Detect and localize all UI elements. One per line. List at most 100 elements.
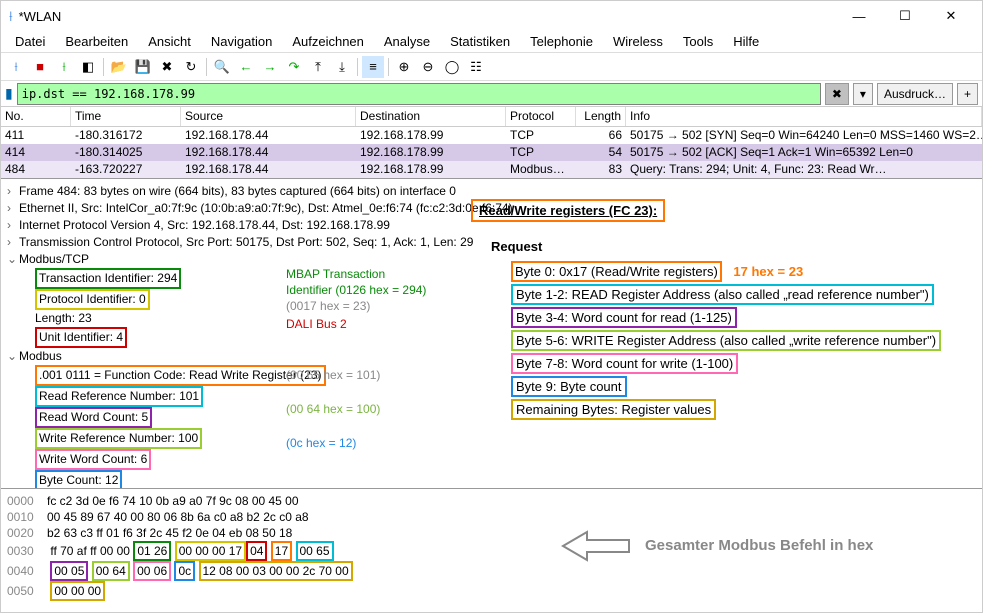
close-file-icon[interactable]: ✖ [156, 56, 178, 78]
col-info[interactable]: Info [626, 107, 982, 126]
menu-bearbeiten[interactable]: Bearbeiten [55, 31, 138, 52]
caret-right-icon[interactable]: › [7, 217, 19, 234]
unit-id[interactable]: Unit Identifier: 4 [35, 327, 127, 348]
annot-byte5: Byte 5-6: WRITE Register Address (also c… [511, 330, 941, 351]
trans-id[interactable]: Transaction Identifier: 294 [35, 268, 181, 289]
hex-bytes[interactable]: 00 45 89 67 40 00 80 06 8b 6a c0 a8 b2 2… [47, 510, 309, 524]
write-ref[interactable]: Write Reference Number: 100 [35, 428, 202, 449]
caret-right-icon[interactable]: › [7, 234, 19, 251]
hex-bytes[interactable]: 00 05 00 64 00 06 0c 12 08 00 03 00 00 2… [50, 564, 352, 578]
col-time[interactable]: Time [71, 107, 181, 126]
hex-offset: 0010 [7, 509, 47, 525]
apply-filter-button[interactable]: ▾ [853, 83, 873, 105]
menu-hilfe[interactable]: Hilfe [723, 31, 769, 52]
hex-offset: 0020 [7, 525, 47, 541]
close-button[interactable]: ✕ [928, 1, 974, 31]
hex-offset: 0030 [7, 543, 47, 559]
hex-pane: 0000fc c2 3d 0e f6 74 10 0b a9 a0 7f 9c … [1, 489, 982, 599]
display-filter-input[interactable] [17, 83, 821, 105]
hex-bytes[interactable]: b2 63 c3 ff 01 f6 3f 2c 45 f2 0e 04 eb 0… [47, 526, 292, 540]
zoom-out-icon[interactable]: ⊖ [417, 56, 439, 78]
reload-icon[interactable]: ↻ [180, 56, 202, 78]
proto-id[interactable]: Protocol Identifier: 0 [35, 289, 150, 310]
clear-filter-button[interactable]: ✖ [825, 83, 849, 105]
packet-row[interactable]: 411-180.316172192.168.178.44192.168.178.… [1, 127, 982, 144]
annot-byte0-note: 17 hex = 23 [733, 264, 803, 279]
length-field[interactable]: Length: 23 [35, 311, 92, 325]
options-icon[interactable]: ◧ [77, 56, 99, 78]
menu-datei[interactable]: Datei [5, 31, 55, 52]
autoscroll-icon[interactable]: ≡ [362, 56, 384, 78]
hex-arrow-label: Gesamter Modbus Befehl in hex [645, 538, 873, 554]
menu-wireless[interactable]: Wireless [603, 31, 673, 52]
annot-byte7: Byte 7-8: Word count for write (1-100) [511, 353, 738, 374]
eth-line[interactable]: Ethernet II, Src: IntelCor_a0:7f:9c (10:… [19, 201, 513, 215]
packet-details: ›Frame 484: 83 bytes on wire (664 bits),… [1, 179, 982, 489]
caret-right-icon[interactable]: › [7, 200, 19, 217]
expression-button[interactable]: Ausdruck… [877, 83, 953, 105]
menu-aufzeichnen[interactable]: Aufzeichnen [282, 31, 374, 52]
caret-down-icon[interactable]: ⌄ [7, 348, 19, 365]
col-length[interactable]: Length [576, 107, 626, 126]
add-filter-button[interactable]: + [957, 83, 978, 105]
title-bar: ⟊ *WLAN — ☐ ✕ [1, 1, 982, 31]
menu-statistiken[interactable]: Statistiken [440, 31, 520, 52]
stop-icon[interactable]: ■ [29, 56, 51, 78]
annot-header: Read/Write registers (FC 23): [471, 199, 665, 222]
packet-row[interactable]: 414-180.314025192.168.178.44192.168.178.… [1, 144, 982, 161]
bookmark-icon[interactable]: ▮ [5, 85, 13, 102]
annot-byte9: Byte 9: Byte count [511, 376, 627, 397]
hex-offset: 0050 [7, 583, 47, 599]
caret-right-icon[interactable]: › [7, 183, 19, 200]
hex-bytes[interactable]: 00 00 00 [50, 584, 105, 598]
hex-bytes[interactable]: ff 70 af ff 00 00 01 26 00 00 00 17 04 1… [50, 544, 333, 558]
col-no[interactable]: No. [1, 107, 71, 126]
col-destination[interactable]: Destination [356, 107, 506, 126]
col-protocol[interactable]: Protocol [506, 107, 576, 126]
menu-navigation[interactable]: Navigation [201, 31, 282, 52]
menu-tools[interactable]: Tools [673, 31, 723, 52]
packet-row[interactable]: 484-163.720227192.168.178.44192.168.178.… [1, 161, 982, 178]
read-word-count[interactable]: Read Word Count: 5 [35, 407, 152, 428]
note-dali: DALI Bus 2 [286, 316, 347, 333]
prev-icon[interactable]: ← [235, 56, 257, 78]
frame-line[interactable]: Frame 484: 83 bytes on wire (664 bits), … [19, 184, 456, 198]
packet-header: No. Time Source Destination Protocol Len… [1, 107, 982, 127]
note-mbap3: (0017 hex = 23) [286, 298, 370, 315]
func-code[interactable]: .001 0111 = Function Code: Read Write Re… [35, 365, 326, 386]
byte-count[interactable]: Byte Count: 12 [35, 470, 122, 489]
hex-offset: 0040 [7, 563, 47, 579]
zoom-in-icon[interactable]: ⊕ [393, 56, 415, 78]
go-last-icon[interactable]: ⤓ [331, 56, 353, 78]
resize-cols-icon[interactable]: ☷ [465, 56, 487, 78]
go-first-icon[interactable]: ⤒ [307, 56, 329, 78]
read-ref[interactable]: Read Reference Number: 101 [35, 386, 203, 407]
save-icon[interactable]: 💾 [132, 56, 154, 78]
next-icon[interactable]: → [259, 56, 281, 78]
annot-byte3: Byte 3-4: Word count for read (1-125) [511, 307, 737, 328]
write-word-count[interactable]: Write Word Count: 6 [35, 449, 151, 470]
open-icon[interactable]: 📂 [108, 56, 130, 78]
caret-down-icon[interactable]: ⌄ [7, 251, 19, 268]
annot-byte1: Byte 1-2: READ Register Address (also ca… [511, 284, 934, 305]
menu-ansicht[interactable]: Ansicht [138, 31, 201, 52]
shark-fin-icon[interactable]: ⟊ [5, 56, 27, 78]
modbus-line[interactable]: Modbus [19, 349, 62, 363]
restart-icon[interactable]: ⟊ [53, 56, 75, 78]
hex-arrow-note: Gesamter Modbus Befehl in hex [561, 529, 873, 563]
find-icon[interactable]: 🔍 [211, 56, 233, 78]
jump-icon[interactable]: ↷ [283, 56, 305, 78]
col-source[interactable]: Source [181, 107, 356, 126]
annot-request: Request [491, 238, 941, 255]
minimize-button[interactable]: — [836, 1, 882, 31]
menu-analyse[interactable]: Analyse [374, 31, 440, 52]
hex-bytes[interactable]: fc c2 3d 0e f6 74 10 0b a9 a0 7f 9c 08 0… [47, 494, 299, 508]
modbus-tcp-line[interactable]: Modbus/TCP [19, 252, 89, 266]
packet-list: No. Time Source Destination Protocol Len… [1, 107, 982, 179]
menu-telephonie[interactable]: Telephonie [520, 31, 603, 52]
ip-line[interactable]: Internet Protocol Version 4, Src: 192.16… [19, 218, 390, 232]
maximize-button[interactable]: ☐ [882, 1, 928, 31]
tcp-line[interactable]: Transmission Control Protocol, Src Port:… [19, 235, 473, 249]
zoom-reset-icon[interactable]: ◯ [441, 56, 463, 78]
note-100: (00 64 hex = 100) [286, 401, 380, 418]
